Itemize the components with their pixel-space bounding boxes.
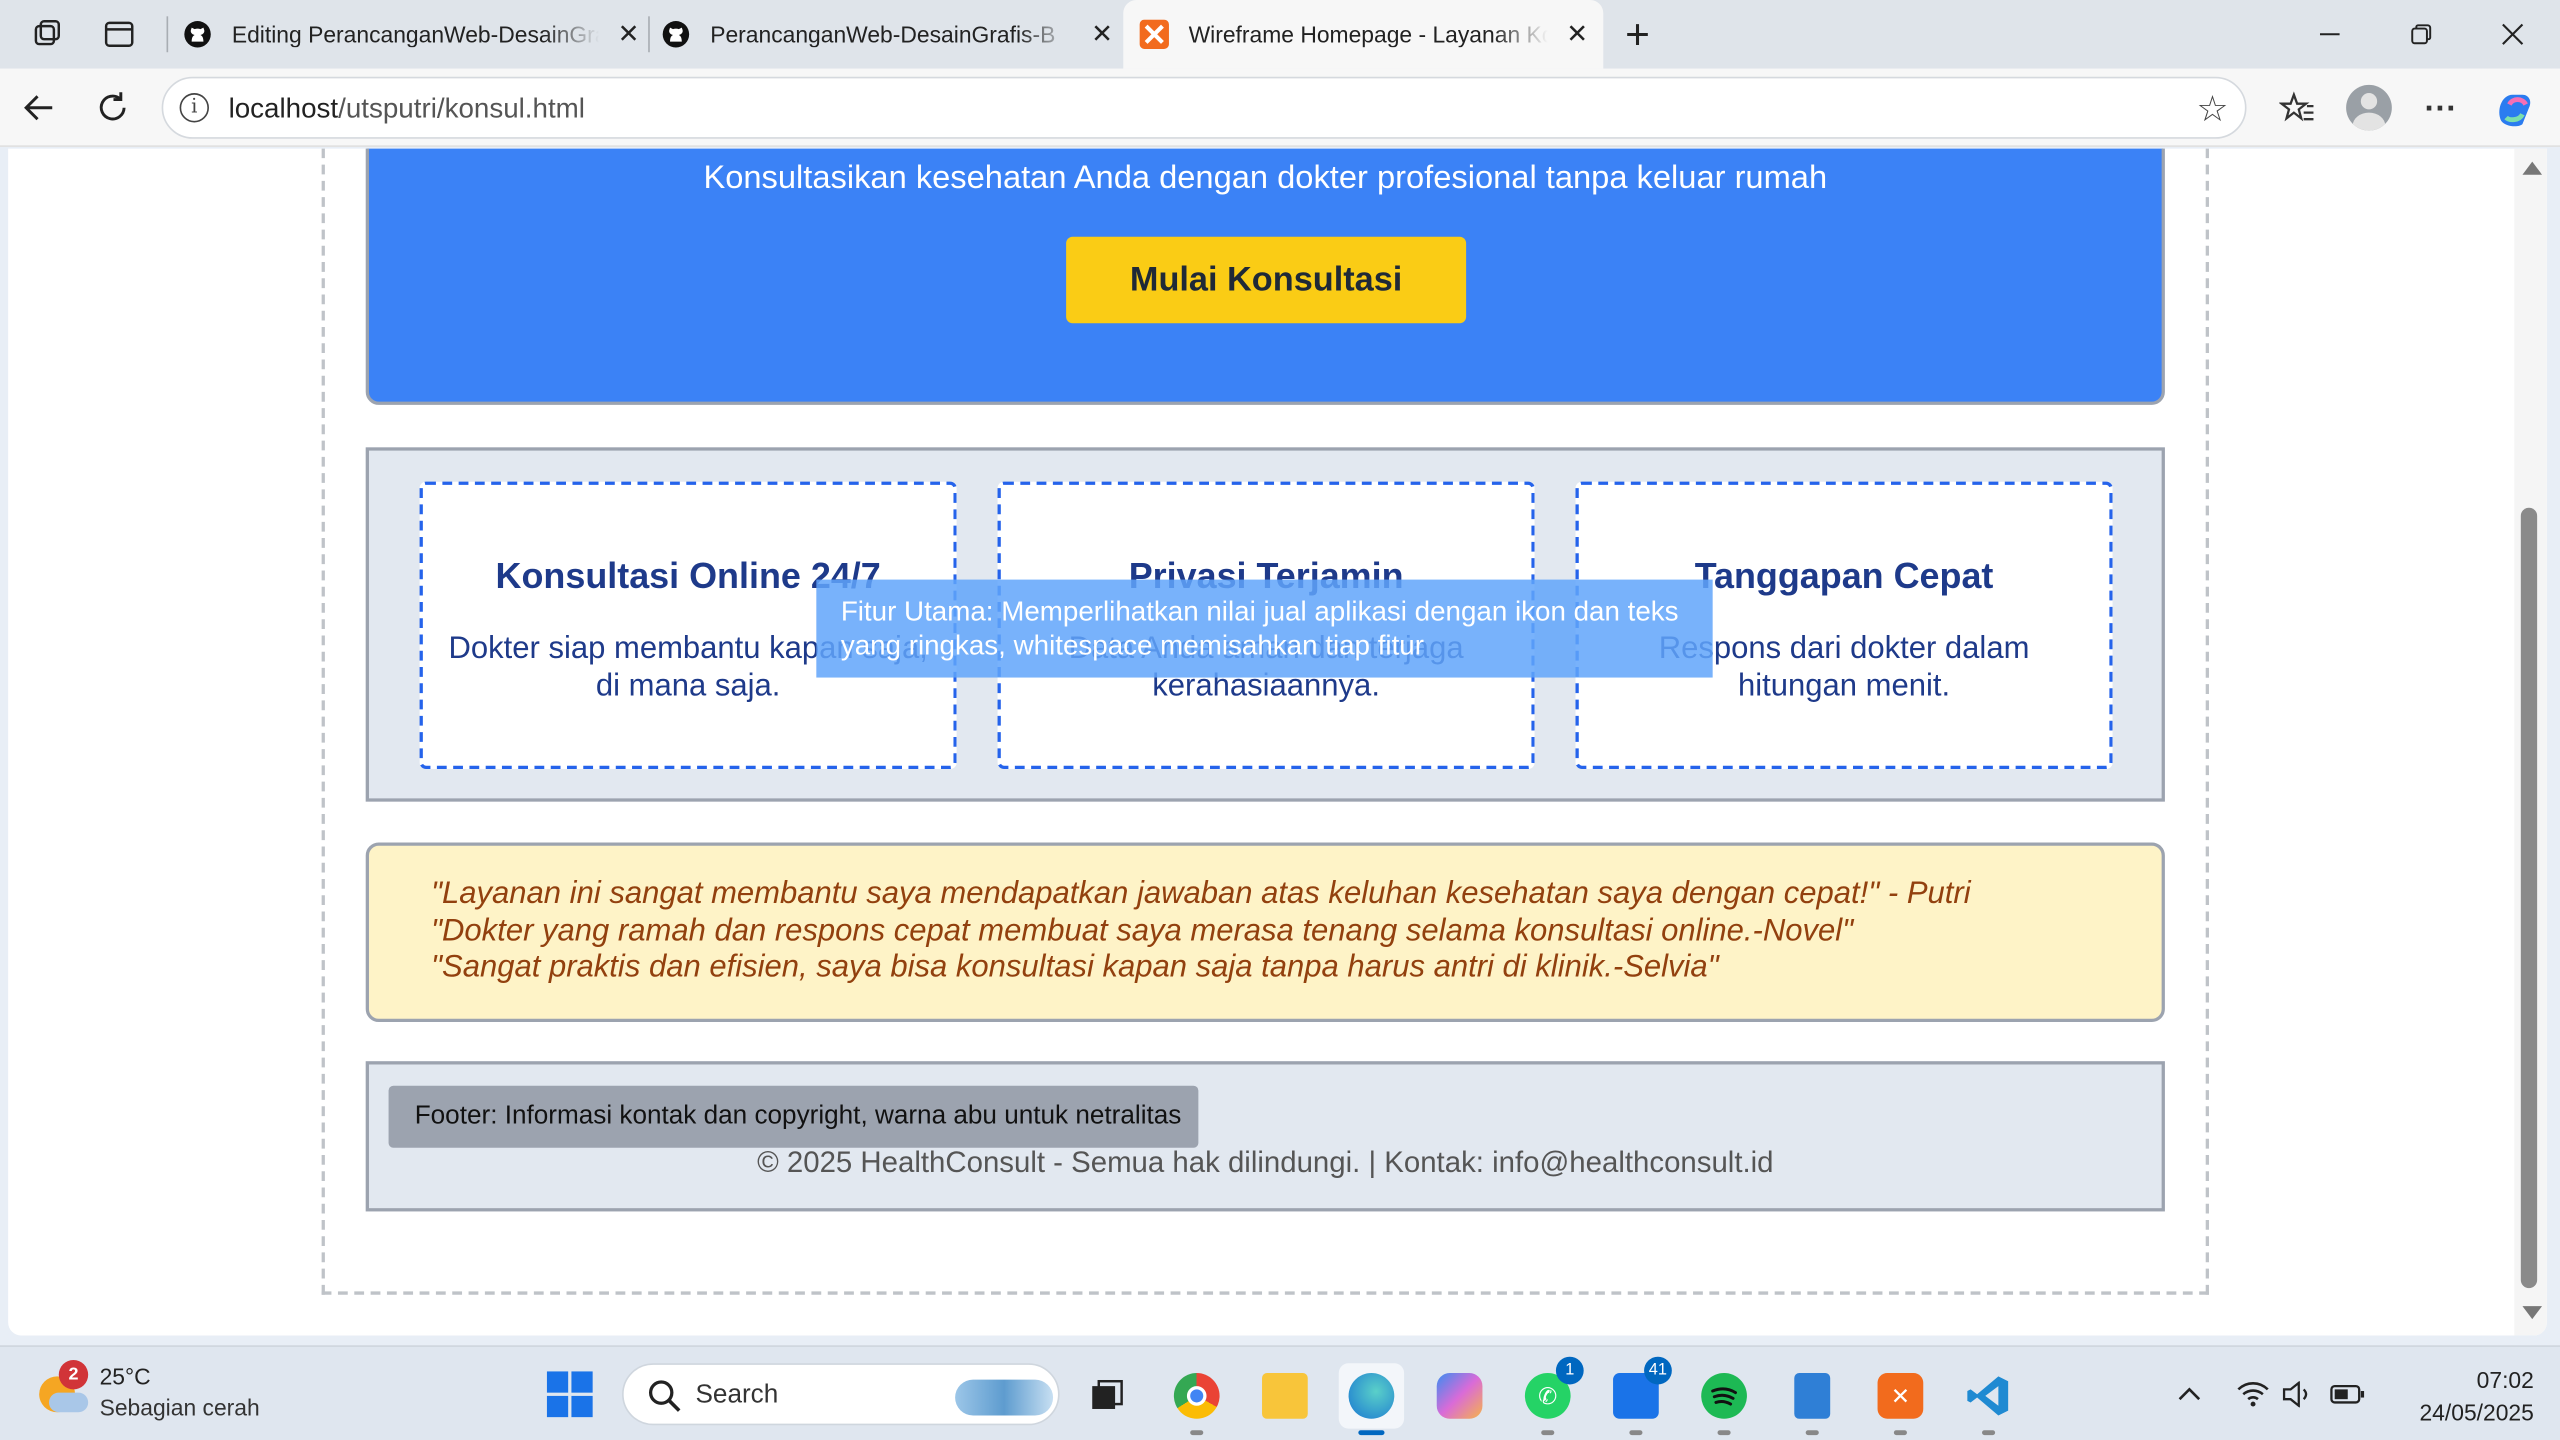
hero-subtitle: Konsultasikan kesehatan Anda dengan dokt… <box>703 159 1828 196</box>
running-indicator <box>1717 1430 1731 1436</box>
minimize-button[interactable] <box>2284 0 2375 69</box>
whatsapp-badge: 1 <box>1555 1356 1584 1385</box>
running-indicator <box>1893 1430 1907 1436</box>
new-tab-icon: + <box>1625 8 1650 58</box>
weather-widget[interactable]: 2 25°C Sebagian cerah <box>36 1359 314 1429</box>
tab-editing-github[interactable]: Editing PerancanganWeb-DesainGrafis-B ✕ <box>180 0 645 69</box>
tab-separator <box>648 16 650 53</box>
info-icon[interactable]: i <box>179 93 209 123</box>
chevron-up-icon[interactable] <box>2171 1376 2207 1412</box>
browser-toolbar: i localhost/utsputri/konsul.html ☆ ··· <box>0 68 2560 147</box>
clock-time: 07:02 <box>2476 1366 2534 1393</box>
battery-icon[interactable] <box>2330 1376 2366 1412</box>
running-indicator <box>1541 1430 1555 1436</box>
scroll-down-arrow[interactable] <box>2522 1306 2543 1320</box>
scroll-up-arrow[interactable] <box>2522 161 2543 175</box>
github-icon <box>183 20 212 49</box>
edge-icon <box>1348 1373 1395 1419</box>
taskbar-search[interactable]: Search <box>622 1363 1060 1426</box>
tab-title: PerancanganWeb-DesainGrafis-B <box>710 21 1056 48</box>
spotify-icon <box>1701 1373 1747 1419</box>
store-badge: 41 <box>1643 1356 1672 1385</box>
vertical-scrollbar[interactable] <box>2514 148 2547 1336</box>
browser-title-bar: Editing PerancanganWeb-DesainGrafis-B ✕ … <box>0 0 2560 69</box>
url-text[interactable]: localhost/utsputri/konsul.html <box>229 93 585 126</box>
xampp-app[interactable]: ✕ <box>1868 1363 1933 1436</box>
favorites-icon[interactable] <box>2276 88 2318 130</box>
search-label: Search <box>695 1381 779 1409</box>
weather-badge: 2 <box>58 1359 89 1390</box>
new-tab-button[interactable]: + <box>1616 9 1658 58</box>
workspaces-icon[interactable] <box>26 13 68 55</box>
hero-section: Konsultasikan kesehatan Anda dengan dokt… <box>365 148 2165 405</box>
cloud-icon <box>48 1392 89 1413</box>
vscode-app[interactable] <box>1956 1363 2021 1436</box>
task-view-icon <box>1084 1373 1130 1419</box>
chrome-app[interactable] <box>1164 1363 1229 1436</box>
start-button[interactable] <box>546 1371 593 1418</box>
xampp-icon <box>1139 19 1169 49</box>
weather-temperature: 25°C <box>99 1363 151 1390</box>
xampp-icon: ✕ <box>1877 1373 1924 1419</box>
close-icon[interactable]: ✕ <box>612 18 645 51</box>
task-view-app[interactable] <box>1074 1363 1139 1428</box>
testimonial-item: "Dokter yang ramah dan respons cepat mem… <box>431 913 1854 948</box>
close-icon[interactable]: ✕ <box>1086 18 1119 51</box>
folder-icon <box>1262 1373 1308 1419</box>
weather-condition: Sebagian cerah <box>99 1394 260 1421</box>
edge-app[interactable] <box>1338 1363 1405 1436</box>
refresh-icon[interactable] <box>90 85 136 131</box>
footer-annotation: Footer: Informasi kontak dan copyright, … <box>388 1085 1199 1148</box>
url-host: localhost <box>228 93 339 125</box>
testimonials-section: "Layanan ini sangat membantu saya mendap… <box>365 842 2165 1023</box>
copilot-icon[interactable] <box>2493 88 2535 130</box>
scroll-thumb[interactable] <box>2520 507 2538 1289</box>
file-explorer-app[interactable] <box>1252 1363 1317 1428</box>
tab-separator <box>166 16 169 53</box>
page-viewport: Konsultasikan kesehatan Anda dengan dokt… <box>8 148 2547 1336</box>
running-indicator <box>1805 1430 1819 1436</box>
close-window-button[interactable] <box>2467 0 2558 69</box>
back-icon[interactable] <box>16 85 62 131</box>
tab-actions-icon[interactable] <box>98 13 140 55</box>
search-icon <box>648 1380 681 1412</box>
spotify-app[interactable] <box>1691 1363 1756 1436</box>
restore-button[interactable] <box>2376 0 2467 69</box>
running-indicator <box>1190 1430 1204 1436</box>
system-clock[interactable]: 07:02 24/05/2025 <box>2387 1363 2534 1428</box>
search-highlight-image <box>955 1379 1054 1416</box>
store-app[interactable]: 41 <box>1603 1356 1672 1436</box>
more-icon[interactable]: ··· <box>2420 88 2462 130</box>
features-annotation-tooltip: Fitur Utama: Memperlihatkan nilai jual a… <box>816 579 1713 678</box>
running-indicator <box>1358 1430 1385 1436</box>
notepad-icon <box>1794 1373 1831 1419</box>
copilot-app[interactable] <box>1427 1363 1492 1428</box>
tab-repo-github[interactable]: PerancanganWeb-DesainGrafis-B ✕ <box>658 0 1118 69</box>
whatsapp-app[interactable]: ✆ 1 <box>1515 1356 1584 1436</box>
testimonial-item: "Layanan ini sangat membantu saya mendap… <box>431 876 1971 912</box>
notepad-app[interactable] <box>1780 1363 1845 1436</box>
running-indicator <box>1629 1430 1643 1436</box>
start-consultation-button[interactable]: Mulai Konsultasi <box>1066 236 1467 324</box>
copilot-icon <box>1436 1373 1483 1419</box>
vscode-icon <box>1966 1373 2012 1419</box>
footer-copyright: © 2025 HealthConsult - Semua hak dilindu… <box>757 1146 1774 1179</box>
running-indicator <box>1982 1430 1996 1436</box>
star-icon[interactable]: ☆ <box>2196 88 2228 130</box>
tab-title: Editing PerancanganWeb-DesainGrafis-B <box>231 21 599 48</box>
wifi-icon[interactable] <box>2235 1376 2271 1412</box>
tab-wireframe-homepage[interactable]: Wireframe Homepage - Layanan Konsultasi … <box>1123 0 1604 69</box>
url-path: /utsputri/konsul.html <box>338 93 585 125</box>
chrome-icon <box>1173 1373 1220 1419</box>
volume-icon[interactable] <box>2279 1376 2315 1412</box>
github-icon <box>661 20 690 49</box>
tab-title: Wireframe Homepage - Layanan Konsultasi <box>1188 21 1548 48</box>
clock-date: 24/05/2025 <box>2419 1399 2534 1426</box>
address-bar[interactable]: i localhost/utsputri/konsul.html ☆ <box>161 76 2247 139</box>
profile-icon[interactable] <box>2346 84 2392 131</box>
taskbar: 2 25°C Sebagian cerah Search ✆ 1 41 ✕ 07… <box>0 1345 2560 1440</box>
footer-section: Footer: Informasi kontak dan copyright, … <box>365 1061 2165 1212</box>
close-icon[interactable]: ✕ <box>1561 18 1594 51</box>
testimonial-item: "Sangat praktis dan efisien, saya bisa k… <box>431 950 1719 985</box>
